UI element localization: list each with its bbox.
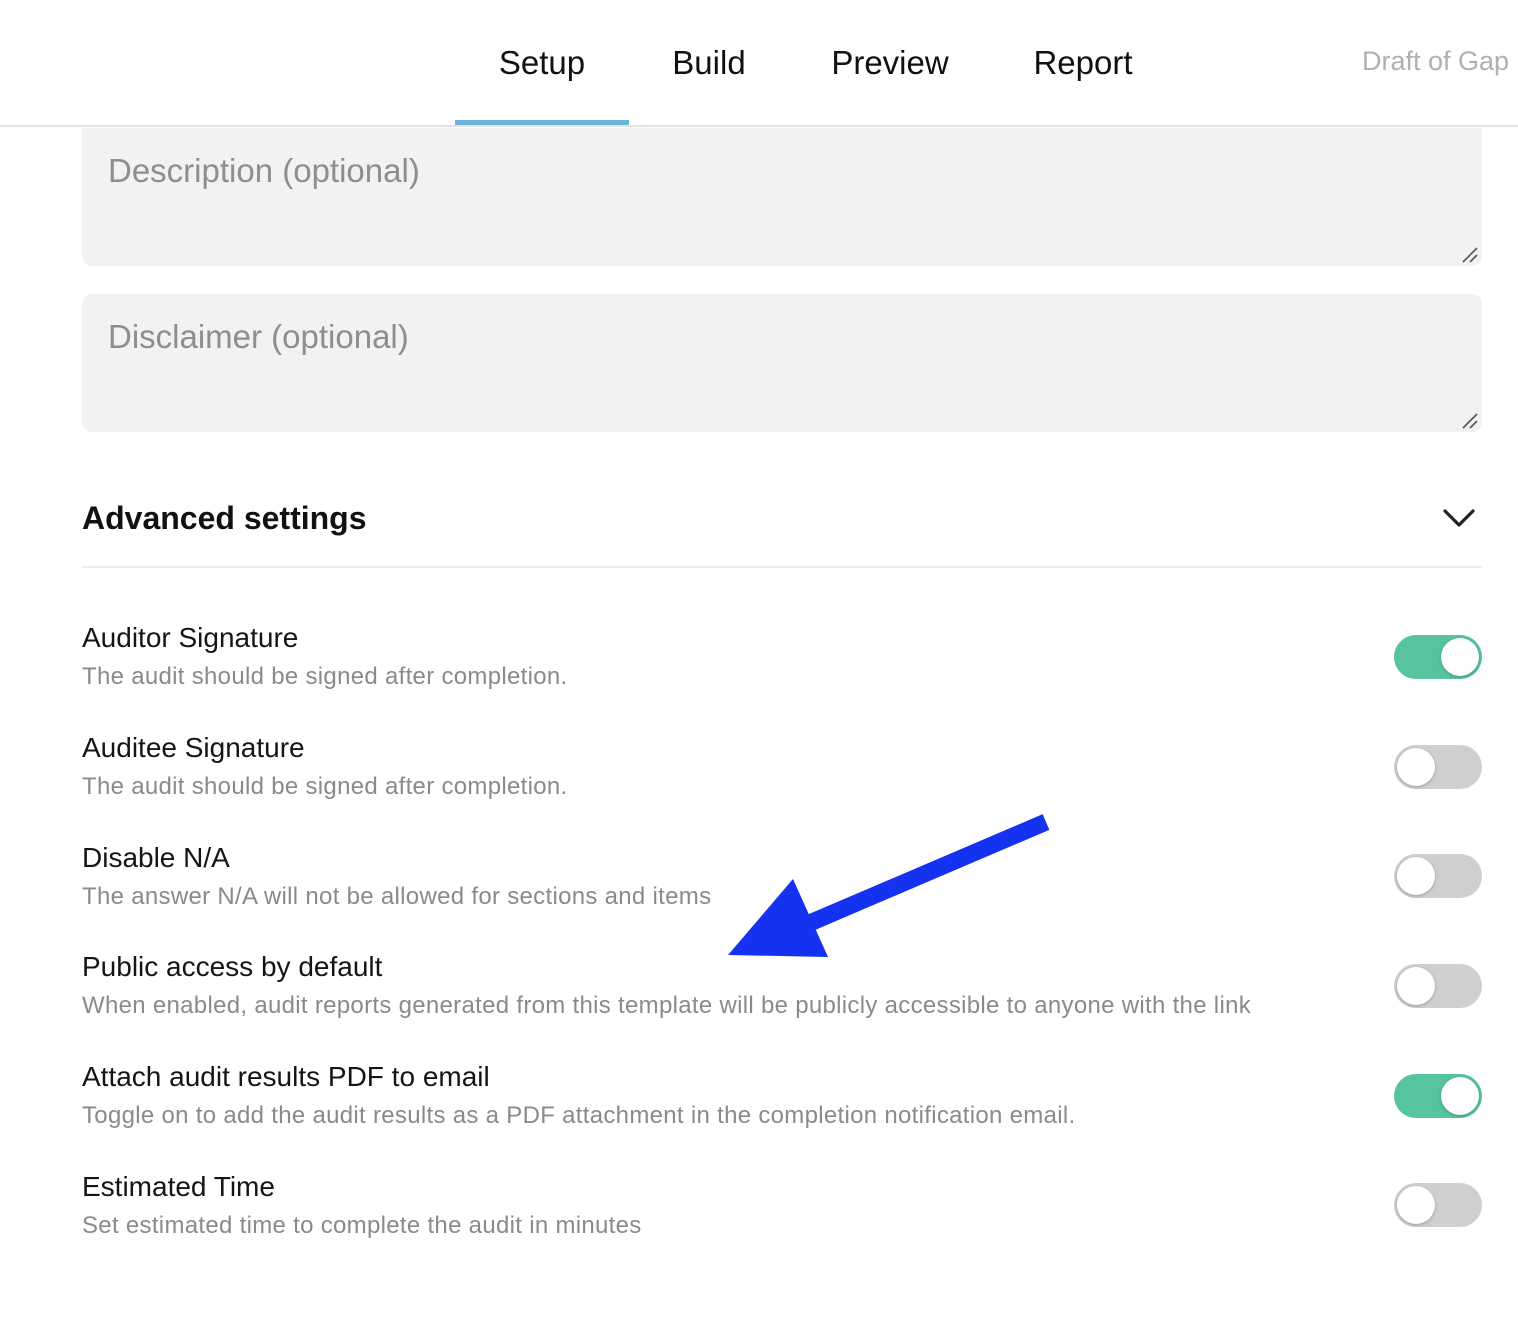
tab-preview-label: Preview [831, 43, 949, 81]
advanced-settings-header[interactable]: Advanced settings [82, 470, 1482, 568]
setting-auditor-signature: Auditor Signature The audit should be si… [82, 622, 1482, 712]
tab-build[interactable]: Build [650, 0, 768, 125]
toggle-knob [1397, 748, 1435, 786]
tab-setup-label: Setup [498, 43, 586, 81]
resize-grip-icon[interactable] [1461, 412, 1479, 430]
setting-description: The audit should be signed after complet… [82, 663, 568, 690]
setting-description: The answer N/A will not be allowed for s… [82, 883, 712, 910]
setting-title: Auditor Signature [82, 622, 299, 653]
setting-description: Set estimated time to complete the audit… [82, 1212, 642, 1239]
toggle-knob [1397, 967, 1435, 1005]
setting-description: When enabled, audit reports generated fr… [82, 992, 1252, 1019]
tab-report-label: Report [1033, 43, 1133, 81]
estimated-time-toggle[interactable] [1394, 1183, 1482, 1227]
setting-description: The audit should be signed after complet… [82, 773, 568, 800]
setting-title: Attach audit results PDF to email [82, 1061, 490, 1092]
setting-title: Auditee Signature [82, 732, 305, 763]
resize-grip-icon[interactable] [1461, 246, 1479, 264]
setting-title: Public access by default [82, 951, 383, 982]
top-nav-bar: Setup Build Preview Report Draft of Gap [0, 0, 1518, 127]
setting-public-access: Public access by default When enabled, a… [82, 951, 1482, 1041]
attach-pdf-toggle[interactable] [1394, 1074, 1482, 1118]
description-input[interactable] [82, 128, 1482, 266]
setting-disable-na: Disable N/A The answer N/A will not be a… [82, 842, 1482, 932]
setting-attach-pdf: Attach audit results PDF to email Toggle… [82, 1061, 1482, 1151]
draft-title: Draft of Gap [1362, 46, 1510, 76]
tab-build-label: Build [672, 43, 746, 81]
setting-title: Disable N/A [82, 842, 230, 873]
disclaimer-input[interactable] [82, 294, 1482, 432]
chevron-down-icon[interactable] [1442, 507, 1476, 529]
tab-report[interactable]: Report [1010, 0, 1156, 125]
setting-description: Toggle on to add the audit results as a … [82, 1102, 1076, 1129]
setting-estimated-time: Estimated Time Set estimated time to com… [82, 1171, 1482, 1261]
tab-setup[interactable]: Setup [455, 0, 629, 125]
auditor-signature-toggle[interactable] [1394, 635, 1482, 679]
advanced-settings-title: Advanced settings [82, 499, 367, 536]
toggle-knob [1397, 857, 1435, 895]
toggle-knob [1441, 1077, 1479, 1115]
setting-title: Estimated Time [82, 1171, 275, 1202]
toggle-knob [1441, 638, 1479, 676]
toggle-knob [1397, 1186, 1435, 1224]
setting-auditee-signature: Auditee Signature The audit should be si… [82, 732, 1482, 822]
auditee-signature-toggle[interactable] [1394, 745, 1482, 789]
tab-preview[interactable]: Preview [808, 0, 972, 125]
active-tab-indicator [455, 120, 629, 125]
public-access-toggle[interactable] [1394, 964, 1482, 1008]
disable-na-toggle[interactable] [1394, 854, 1482, 898]
